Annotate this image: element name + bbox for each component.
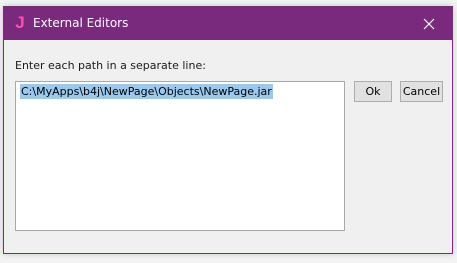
ok-button[interactable]: Ok	[354, 81, 392, 102]
dialog-content: Enter each path in a separate line: C:\M…	[4, 40, 452, 253]
path-line[interactable]: C:\MyApps\b4j\NewPage\Objects\NewPage.ja…	[20, 84, 273, 99]
title-bar[interactable]: J External Editors	[4, 7, 452, 40]
window-title: External Editors	[33, 16, 129, 30]
paths-textarea[interactable]: C:\MyApps\b4j\NewPage\Objects\NewPage.ja…	[15, 81, 345, 231]
close-icon	[423, 18, 435, 29]
instruction-label: Enter each path in a separate line:	[15, 59, 206, 72]
close-button[interactable]	[406, 7, 452, 40]
app-logo-icon: J	[15, 13, 25, 32]
cancel-button[interactable]: Cancel	[400, 81, 443, 102]
external-editors-dialog: J External Editors Enter each path in a …	[3, 6, 453, 254]
